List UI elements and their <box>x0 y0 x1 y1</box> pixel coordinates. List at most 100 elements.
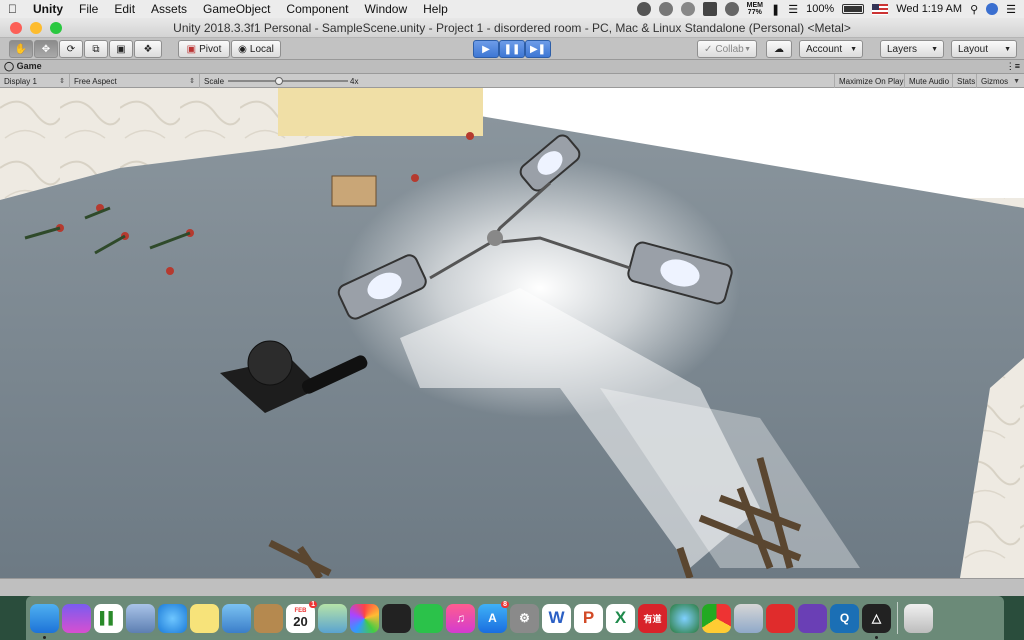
dock-app-store-icon[interactable]: A8 <box>478 600 509 633</box>
move-tool-button[interactable]: ✥ <box>34 40 58 58</box>
game-view[interactable] <box>0 88 1024 578</box>
tab-options-icon[interactable]: ⋮≡ <box>1006 61 1024 72</box>
dock-siri-icon[interactable] <box>62 603 91 633</box>
dock-quicktime-icon[interactable]: Q <box>830 603 859 633</box>
dock-maps-icon[interactable] <box>318 603 347 633</box>
app-menu-unity[interactable]: Unity <box>25 2 71 16</box>
wifi-icon[interactable]: ☰ <box>788 3 798 16</box>
gear-icon: ⚙ <box>519 611 530 625</box>
hand-tool-button[interactable]: ✋ <box>9 40 33 58</box>
pivot-toggle-button[interactable]: ▣ Pivot <box>178 40 230 58</box>
bluetooth-icon[interactable]: ❚ <box>771 3 780 16</box>
game-view-controls: Display 1 ⇕ Free Aspect ⇕ Scale 4x Maximize… <box>0 74 1024 88</box>
layout-chevron-icon: ▼ <box>1004 45 1011 53</box>
dock-facetime-icon[interactable] <box>414 603 443 633</box>
dock-photo-browser-icon[interactable] <box>734 603 763 633</box>
dock-kindle-icon[interactable] <box>382 603 411 633</box>
dock-powerpoint-icon[interactable]: P <box>574 603 603 633</box>
rect-tool-button[interactable]: ▣ <box>109 40 133 58</box>
stats-toggle[interactable]: Stats <box>953 74 977 88</box>
cloud-button[interactable]: ☁ <box>766 40 792 58</box>
dock-preview-icon[interactable] <box>222 603 251 633</box>
dock-calendar-icon[interactable]: FEB 20 1 <box>286 600 317 633</box>
menu-gameobject[interactable]: GameObject <box>195 2 278 16</box>
tray-app-icon[interactable] <box>636 2 651 16</box>
collab-dropdown[interactable]: ✓ Collab ▼ <box>697 40 757 58</box>
move-icon: ✥ <box>41 43 51 55</box>
menu-edit[interactable]: Edit <box>106 2 143 16</box>
scale-tool-button[interactable]: ⧉ <box>84 40 108 58</box>
chain-hub <box>487 230 503 246</box>
menu-help[interactable]: Help <box>415 2 456 16</box>
layers-dropdown[interactable]: Layers ▼ <box>880 40 944 58</box>
battery-percent[interactable]: 100% <box>806 3 834 15</box>
dock-globe-icon[interactable] <box>670 603 699 633</box>
display-label: Display 1 <box>4 76 37 86</box>
dock-visual-studio-icon[interactable] <box>798 603 827 633</box>
memory-value: 77% <box>747 9 762 16</box>
menu-assets[interactable]: Assets <box>143 2 195 16</box>
dock-excel-icon[interactable]: X <box>606 603 635 633</box>
local-toggle-button[interactable]: ◉ Local <box>231 40 281 58</box>
bars-icon: ▌▌ <box>99 611 117 625</box>
dock-notes-icon[interactable] <box>190 603 219 633</box>
pause-button[interactable]: ❚❚ <box>499 40 525 58</box>
pivot-icon: ▣ <box>186 43 197 55</box>
calendar-day: 20 <box>293 613 308 629</box>
dock-contacts-icon[interactable] <box>254 603 283 633</box>
step-icon: ▶❚ <box>529 43 547 55</box>
dock-netease-music-icon[interactable] <box>766 603 795 633</box>
menu-window[interactable]: Window <box>356 2 415 16</box>
dock-launchpad-icon[interactable] <box>126 603 155 633</box>
tab-game[interactable]: ◯ Game <box>0 61 42 72</box>
layout-dropdown[interactable]: Layout ▼ <box>951 40 1017 58</box>
dock-music-icon[interactable]: ♫ <box>446 603 475 633</box>
wooden-crate <box>331 175 377 207</box>
transform-icon: ❖ <box>143 43 153 55</box>
scale-slider-track[interactable] <box>228 80 348 82</box>
spotlight-search-icon[interactable]: ⚲ <box>970 3 978 16</box>
dock-system-preferences-icon[interactable]: ⚙ <box>510 603 539 633</box>
dock-youdao-icon[interactable]: 有道 <box>638 603 667 633</box>
clock[interactable]: Wed 1:19 AM <box>896 3 962 15</box>
siri-icon[interactable] <box>986 3 999 15</box>
tray-cloud-icon[interactable] <box>724 2 739 16</box>
play-button[interactable]: ▶ <box>473 40 499 58</box>
input-source-flag-icon[interactable] <box>872 3 889 15</box>
aspect-label: Free Aspect <box>74 76 117 86</box>
hand-icon: ✋ <box>14 43 28 55</box>
dock-word-icon[interactable]: W <box>542 603 571 633</box>
memory-status[interactable]: MEM 77% <box>747 2 763 16</box>
notification-center-icon[interactable]: ☰ <box>1006 3 1016 16</box>
a-icon: A <box>488 611 497 625</box>
rotate-tool-button[interactable]: ⟳ <box>59 40 83 58</box>
tray-swirl-icon[interactable] <box>680 2 695 16</box>
battery-icon[interactable] <box>842 4 865 14</box>
account-dropdown[interactable]: Account ▼ <box>799 40 863 58</box>
layers-chevron-icon: ▼ <box>931 45 938 53</box>
play-icon: ▶ <box>482 43 490 55</box>
transform-tool-button[interactable]: ❖ <box>134 40 162 58</box>
menu-file[interactable]: File <box>71 2 106 16</box>
dock-activity-monitor-icon[interactable]: ▌▌ <box>94 603 123 633</box>
dock-safari-icon[interactable] <box>158 603 187 633</box>
dropbox-icon[interactable] <box>702 2 717 16</box>
menu-component[interactable]: Component <box>278 2 356 16</box>
dock-trash-icon[interactable] <box>904 603 933 633</box>
dock-finder-icon[interactable] <box>30 603 59 639</box>
memory-label: MEM <box>746 2 763 9</box>
gizmos-dropdown[interactable]: Gizmos ▼ <box>977 74 1024 88</box>
mute-audio-toggle[interactable]: Mute Audio <box>905 74 953 88</box>
aspect-dropdown[interactable]: Free Aspect ⇕ <box>70 74 200 88</box>
display-dropdown[interactable]: Display 1 ⇕ <box>0 74 70 88</box>
tray-sync-icon[interactable] <box>658 2 673 16</box>
dock-chrome-icon[interactable] <box>702 603 731 633</box>
dock: ▌▌ FEB 20 1 ♫ A8 ⚙ W P X 有道 Q △ <box>26 596 1004 640</box>
apple-menu-icon[interactable]:  <box>0 2 25 16</box>
maximize-on-play-toggle[interactable]: Maximize On Play <box>834 74 905 88</box>
scale-slider-handle[interactable] <box>275 77 283 85</box>
step-button[interactable]: ▶❚ <box>525 40 551 58</box>
dock-unity-icon[interactable]: △ <box>862 603 891 639</box>
dock-photos-icon[interactable] <box>350 603 379 633</box>
running-dot <box>875 635 878 639</box>
